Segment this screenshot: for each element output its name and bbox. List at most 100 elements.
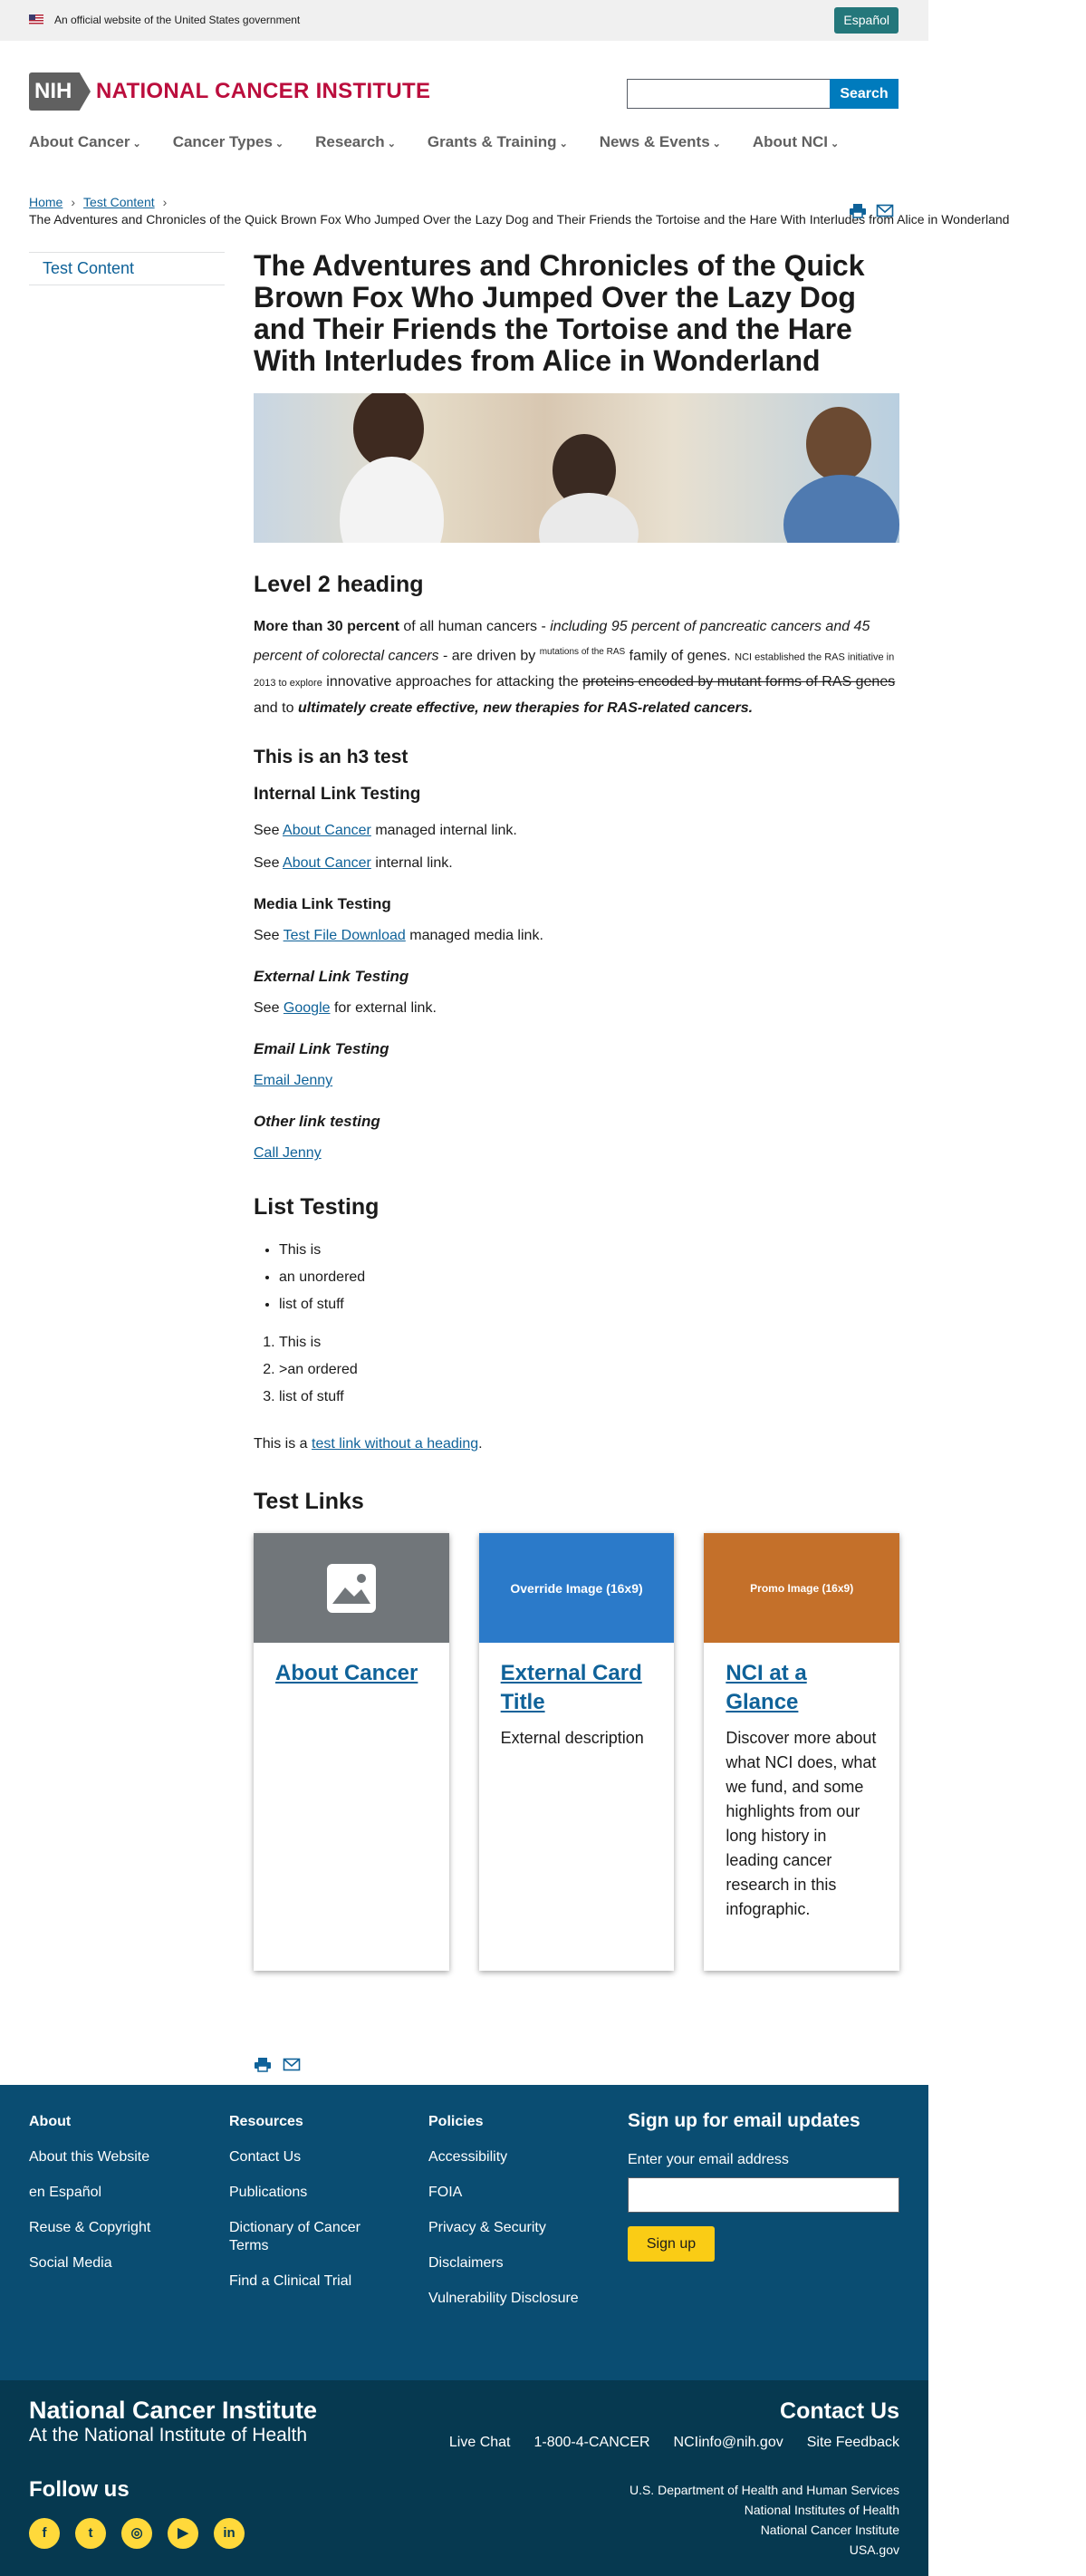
- nih-link[interactable]: National Institutes of Health: [629, 2500, 899, 2520]
- chevron-down-icon: ⌄: [387, 139, 396, 150]
- text: family of genes.: [625, 648, 735, 664]
- sidebar-item-test-content[interactable]: Test Content: [29, 252, 225, 285]
- nav-cancer-types[interactable]: Cancer Types ⌄: [173, 133, 284, 169]
- footer-link[interactable]: Social Media: [29, 2254, 150, 2272]
- footer-link[interactable]: en Español: [29, 2184, 150, 2202]
- text: .: [478, 1436, 483, 1452]
- call-jenny-link[interactable]: Call Jenny: [254, 1145, 322, 1161]
- card-image: Promo Image (16x9): [704, 1533, 900, 1644]
- follow-us-heading: Follow us: [29, 2477, 130, 2502]
- card-external[interactable]: Override Image (16x9) External Card Titl…: [478, 1533, 675, 1972]
- nav-about-cancer[interactable]: About Cancer ⌄: [29, 133, 141, 169]
- phone-link[interactable]: 1-800-4-CANCER: [533, 2435, 649, 2451]
- list-item: list of stuff: [279, 1384, 899, 1411]
- youtube-icon[interactable]: ▶: [168, 2518, 198, 2549]
- site-feedback-link[interactable]: Site Feedback: [807, 2435, 899, 2451]
- hhs-link[interactable]: U.S. Department of Health and Human Serv…: [629, 2480, 899, 2500]
- print-icon[interactable]: [254, 2057, 272, 2072]
- footer-link[interactable]: About this Website: [29, 2148, 150, 2166]
- list-testing-heading: List Testing: [254, 1194, 380, 1220]
- footer-about: About About this Website en Español Reus…: [29, 2114, 150, 2290]
- card-title-link[interactable]: External Card Title: [501, 1661, 642, 1714]
- bottom-page-tools: [254, 2057, 301, 2072]
- twitter-icon[interactable]: t: [75, 2518, 106, 2549]
- card-title-link[interactable]: About Cancer: [275, 1661, 418, 1685]
- nci-link[interactable]: National Cancer Institute: [629, 2520, 899, 2540]
- nav-label: Research: [315, 133, 385, 150]
- footer-link[interactable]: Disclaimers: [428, 2254, 579, 2272]
- card-title-link[interactable]: NCI at a Glance: [726, 1661, 806, 1714]
- footer-link[interactable]: Publications: [229, 2184, 392, 2202]
- card-image: Override Image (16x9): [478, 1533, 675, 1644]
- nav-news-events[interactable]: News & Events ⌄: [600, 133, 721, 169]
- nav-label: About NCI: [752, 133, 828, 150]
- email-icon[interactable]: [283, 2057, 301, 2072]
- breadcrumb-test-content[interactable]: Test Content: [83, 195, 155, 209]
- nih-logo-icon: NIH: [29, 72, 91, 111]
- breadcrumb-home[interactable]: Home: [29, 195, 62, 209]
- card-title[interactable]: About Cancer: [254, 1643, 449, 1688]
- espanol-button[interactable]: Español: [834, 7, 899, 34]
- email-link[interactable]: NCIinfo@nih.gov: [674, 2435, 783, 2451]
- text: See: [254, 928, 284, 944]
- page-tools: [849, 203, 894, 218]
- footer-link[interactable]: Accessibility: [428, 2148, 579, 2166]
- unordered-list: This is an unordered list of stuff: [279, 1237, 899, 1318]
- text: See: [254, 1000, 284, 1017]
- email-icon[interactable]: [876, 203, 894, 218]
- footer-link[interactable]: Contact Us: [229, 2148, 392, 2166]
- print-icon[interactable]: [849, 203, 867, 218]
- text: innovative approaches for attacking the: [322, 674, 583, 690]
- about-cancer-link[interactable]: About Cancer: [283, 823, 371, 838]
- usagov-link[interactable]: USA.gov: [629, 2540, 899, 2560]
- card-nci-at-a-glance[interactable]: Promo Image (16x9) NCI at a Glance Disco…: [704, 1533, 900, 1972]
- external-link-heading: External Link Testing: [254, 968, 409, 986]
- email-jenny-link[interactable]: Email Jenny: [254, 1073, 332, 1088]
- level-2-heading: Level 2 heading: [254, 572, 424, 597]
- breadcrumb: Home › Test Content ›: [29, 195, 175, 209]
- media-link-heading: Media Link Testing: [254, 895, 391, 913]
- footer-org-name[interactable]: National Cancer Institute: [29, 2397, 317, 2425]
- search-input[interactable]: [627, 79, 830, 109]
- intro-paragraph: More than 30 percent of all human cancer…: [254, 614, 899, 721]
- about-cancer-link-2[interactable]: About Cancer: [283, 855, 371, 871]
- footer-heading: About: [29, 2114, 72, 2129]
- nav-grants-training[interactable]: Grants & Training ⌄: [428, 133, 568, 169]
- footer-link[interactable]: Dictionary of Cancer Terms: [229, 2219, 392, 2255]
- test-link-without-heading[interactable]: test link without a heading: [312, 1436, 478, 1452]
- list-item: list of stuff: [279, 1291, 899, 1318]
- live-chat-link[interactable]: Live Chat: [449, 2435, 511, 2451]
- text: of all human cancers -: [399, 619, 551, 634]
- card-title[interactable]: External Card Title: [479, 1643, 675, 1717]
- test-file-download-link[interactable]: Test File Download: [284, 928, 406, 943]
- social-links: f t ◎ ▶ in: [29, 2518, 245, 2549]
- nav-about-nci[interactable]: About NCI ⌄: [753, 133, 839, 169]
- list-item: This is: [279, 1329, 899, 1356]
- footer-policies: Policies Accessibility FOIA Privacy & Se…: [428, 2114, 579, 2325]
- footer-link[interactable]: Privacy & Security: [428, 2219, 579, 2237]
- card-title[interactable]: NCI at a Glance: [704, 1643, 899, 1717]
- no-heading-para: This is a test link without a heading.: [254, 1436, 899, 1452]
- footer-link[interactable]: Vulnerability Disclosure: [428, 2290, 579, 2308]
- linkedin-icon[interactable]: in: [214, 2518, 245, 2549]
- card-about-cancer[interactable]: About Cancer: [254, 1533, 449, 1972]
- footer-link[interactable]: FOIA: [428, 2184, 579, 2202]
- list-item: an unordered: [279, 1264, 899, 1291]
- search-button[interactable]: Search: [830, 79, 899, 109]
- nci-logo[interactable]: NIH NATIONAL CANCER INSTITUTE: [29, 72, 430, 111]
- contact-links: Live Chat 1-800-4-CANCER NCIinfo@nih.gov…: [449, 2435, 899, 2451]
- footer-link[interactable]: Find a Clinical Trial: [229, 2272, 392, 2291]
- nav-research[interactable]: Research ⌄: [315, 133, 396, 169]
- instagram-icon[interactable]: ◎: [121, 2518, 152, 2549]
- card-description: Discover more about what NCI does, what …: [726, 1729, 877, 1919]
- gov-links: U.S. Department of Health and Human Serv…: [629, 2480, 899, 2560]
- us-flag-icon: [29, 14, 43, 24]
- chevron-down-icon: ⌄: [712, 139, 721, 150]
- facebook-icon[interactable]: f: [29, 2518, 60, 2549]
- footer-link[interactable]: Reuse & Copyright: [29, 2219, 150, 2237]
- google-link[interactable]: Google: [284, 1000, 331, 1016]
- signup-email-input[interactable]: [628, 2177, 899, 2213]
- signup-button[interactable]: Sign up: [628, 2226, 715, 2262]
- call-link-para: Call Jenny: [254, 1145, 899, 1162]
- card-description: External description: [500, 1729, 644, 1748]
